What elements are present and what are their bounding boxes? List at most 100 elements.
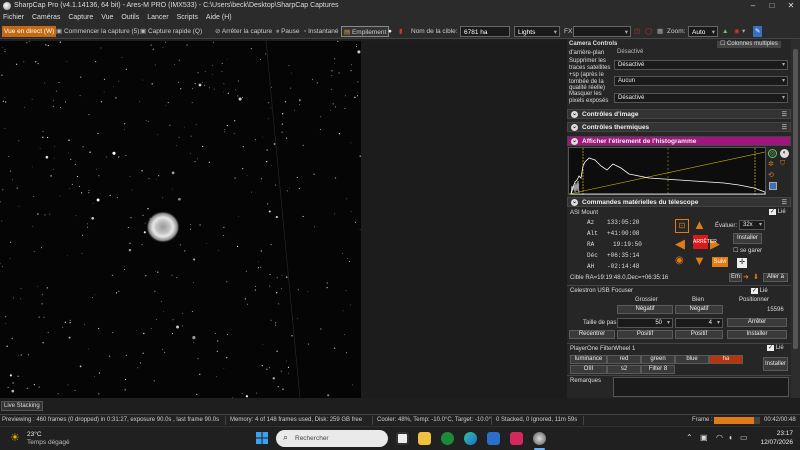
wheel-install-button[interactable]: Installer: [763, 357, 788, 371]
weather-icon[interactable]: ☀: [10, 431, 20, 444]
target-name-input[interactable]: 6781 ha: [460, 26, 510, 37]
save-icon[interactable]: [769, 182, 777, 190]
histogram-display[interactable]: [568, 147, 766, 196]
mount-settings-icon[interactable]: ⊡: [675, 219, 689, 233]
fx-select[interactable]: [573, 26, 631, 38]
fine-step-input[interactable]: 4: [675, 318, 723, 328]
weather-desc[interactable]: Temps dégagé: [27, 439, 70, 446]
focuser-install-button[interactable]: Installer: [727, 330, 787, 339]
wheel-tied-checkbox[interactable]: ✓ Lié: [767, 345, 784, 352]
sharpcap-taskbar-icon[interactable]: [533, 432, 546, 445]
mount-tied-checkbox[interactable]: ✓ Lié: [769, 209, 786, 216]
multi-columns-toggle[interactable]: ☐ Colonnes multiples: [717, 41, 781, 48]
app-icon-red[interactable]: [510, 432, 523, 445]
menu-scripts[interactable]: Scripts: [174, 12, 201, 24]
store-icon[interactable]: [487, 432, 500, 445]
preview-image[interactable]: [0, 41, 361, 398]
fine-negative-button[interactable]: Négatif: [675, 305, 723, 314]
arrow-up-icon[interactable]: ▲: [693, 217, 706, 232]
crosshair-icon[interactable]: ✛: [737, 258, 747, 268]
reticle-icon[interactable]: ◫: [634, 26, 640, 37]
section-telescope[interactable]: ⌄ Commandes matérielles du télescope ☰: [567, 197, 791, 207]
recenter-button[interactable]: Recentrer: [569, 330, 615, 339]
tray-chevron-icon[interactable]: ⌃: [686, 433, 693, 442]
section-histogram[interactable]: ⌄ Afficher l'étirement de l'histogramme: [567, 136, 791, 146]
menu-icon[interactable]: ☰: [782, 199, 787, 208]
battery-icon[interactable]: ▭: [740, 433, 748, 442]
frame-type-select[interactable]: Lights: [514, 26, 560, 38]
speed-select[interactable]: 32x: [739, 220, 765, 230]
arrow-down-icon[interactable]: ▼: [693, 253, 706, 268]
clock-time[interactable]: 23:17: [753, 430, 793, 437]
em-button[interactable]: Em: [729, 273, 742, 282]
panel-scrollbar[interactable]: [791, 39, 800, 398]
coarse-positive-button[interactable]: Positif: [617, 330, 673, 339]
dropdown-chevron-icon[interactable]: ▾: [742, 26, 745, 37]
arrow-right-small-icon[interactable]: ➜: [743, 273, 749, 281]
filter-luminance[interactable]: luminance: [570, 355, 607, 364]
menu-outils[interactable]: Outils: [118, 12, 142, 24]
filter-green[interactable]: green: [641, 355, 675, 364]
star-icon[interactable]: ✲: [768, 160, 774, 168]
menu-aide[interactable]: Aide (H): [203, 12, 235, 24]
minimize-button[interactable]: –: [744, 0, 762, 12]
filter-s2[interactable]: s2: [607, 365, 641, 374]
circle-overlay-icon[interactable]: ◯: [645, 26, 652, 37]
reset-icon[interactable]: ⟲: [768, 171, 774, 179]
fine-positive-button[interactable]: Positif: [675, 330, 723, 339]
quick-capture-button[interactable]: ▣ Capture rapide (Q): [138, 26, 204, 37]
park-checkbox[interactable]: ☐ se garer: [733, 248, 762, 255]
filter-blue[interactable]: blue: [675, 355, 709, 364]
pause-button[interactable]: ⏸ Pause: [274, 26, 302, 37]
target-icon[interactable]: ◉: [675, 255, 684, 266]
auto-stretch-icon[interactable]: ◎: [768, 149, 777, 158]
contrast-icon[interactable]: ◐: [780, 149, 789, 158]
menu-icon[interactable]: ☰: [782, 111, 787, 120]
mount-install-button[interactable]: Installer: [733, 233, 762, 244]
stop-capture-button[interactable]: ⊘ Arrêter la capture: [213, 26, 274, 37]
close-button[interactable]: ✕: [782, 0, 800, 12]
clock-date[interactable]: 12/07/2026: [753, 439, 793, 446]
menu-cameras[interactable]: Caméras: [29, 12, 63, 24]
file-explorer-icon[interactable]: [418, 432, 431, 445]
section-image-controls[interactable]: ⌄ Contrôles d'image ☰: [567, 109, 791, 119]
windows-start-icon[interactable]: [256, 432, 268, 444]
zoom-select[interactable]: Auto: [688, 26, 718, 38]
edge-icon[interactable]: [464, 432, 477, 445]
section-thermal-controls[interactable]: ⌄ Contrôles thermiques ☰: [567, 122, 791, 132]
menu-fichier[interactable]: Fichier: [0, 12, 27, 24]
quality-select[interactable]: Aucun: [614, 76, 788, 86]
tray-app-icon[interactable]: ▣: [700, 433, 708, 442]
wifi-icon[interactable]: ◠: [716, 433, 723, 442]
weather-temp[interactable]: 23°C: [27, 431, 42, 438]
menu-icon[interactable]: ☰: [782, 124, 787, 133]
mask-pixels-select[interactable]: Désactivé: [614, 93, 788, 103]
goto-button[interactable]: Aller à: [763, 273, 788, 282]
task-view-icon[interactable]: [396, 432, 409, 445]
filter-oiii[interactable]: OIII: [570, 365, 607, 374]
menu-capture[interactable]: Capture: [65, 12, 96, 24]
record-icon[interactable]: ●: [388, 26, 392, 37]
remarks-input[interactable]: [613, 377, 789, 397]
video-icon[interactable]: ▮: [399, 26, 403, 37]
filter-red[interactable]: red: [607, 355, 641, 364]
arrow-left-icon[interactable]: ◀: [675, 236, 685, 252]
menu-lancer[interactable]: Lancer: [144, 12, 171, 24]
search-box[interactable]: ⌕ Rechercher: [276, 430, 388, 447]
satellite-trails-select[interactable]: Désactivé: [614, 60, 788, 70]
start-capture-button[interactable]: ▣ Commencer la capture (5): [54, 26, 141, 37]
tracking-button[interactable]: Suivi: [712, 257, 728, 267]
stop-mount-button[interactable]: ARRÊTER: [693, 235, 717, 249]
histogram-icon[interactable]: ▲: [722, 26, 728, 37]
menu-vue[interactable]: Vue: [98, 12, 116, 24]
coarse-step-input[interactable]: 50: [617, 318, 673, 328]
filter-8[interactable]: Filter 8: [641, 365, 675, 374]
stop-focuser-button[interactable]: Arrêter: [727, 318, 787, 327]
grid-icon[interactable]: ▦: [657, 26, 663, 37]
volume-icon[interactable]: ◖: [728, 433, 733, 442]
live-view-button[interactable]: Vue en direct (W): [2, 26, 57, 37]
live-stacking-tab[interactable]: Live Stacking: [1, 401, 43, 411]
color-picker-icon[interactable]: ◉: [734, 26, 740, 37]
lock-icon[interactable]: ⛉: [780, 160, 785, 168]
arrow-down-small-icon[interactable]: ⬇: [753, 273, 759, 281]
